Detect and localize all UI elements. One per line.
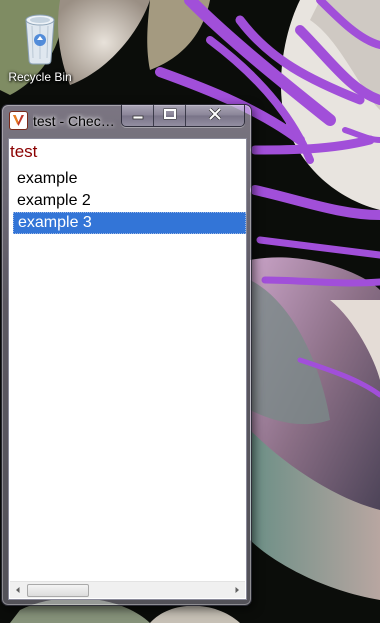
app-window[interactable]: test - Chec… test example example 2 exam… [1,104,252,606]
heading-label: test [10,142,38,161]
item-listbox[interactable]: example example 2 example 3 [13,168,246,234]
close-button[interactable] [186,105,244,126]
app-icon[interactable] [10,112,27,129]
maximize-button[interactable] [154,105,186,126]
window-title: test - Chec… [33,113,115,129]
minimize-icon [131,107,145,125]
caption-buttons [121,105,245,127]
scrollbar-thumb[interactable] [27,584,89,597]
horizontal-scrollbar[interactable] [10,581,245,598]
maximize-icon [162,107,178,125]
list-item[interactable]: example 2 [13,190,246,212]
scroll-left-arrow-icon[interactable] [10,582,26,598]
recycle-bin-label: Recycle Bin [8,70,72,84]
desktop-icon-recycle-bin[interactable]: Recycle Bin [2,4,78,90]
scroll-right-arrow-icon[interactable] [229,582,245,598]
list-item[interactable]: example [13,168,246,190]
close-icon [208,107,222,125]
list-item-selected[interactable]: example 3 [13,212,246,234]
recycle-bin-icon [20,6,60,66]
window-titlebar[interactable]: test - Chec… [2,105,251,135]
minimize-button[interactable] [122,105,154,126]
window-client-area: test example example 2 example 3 [8,138,247,600]
